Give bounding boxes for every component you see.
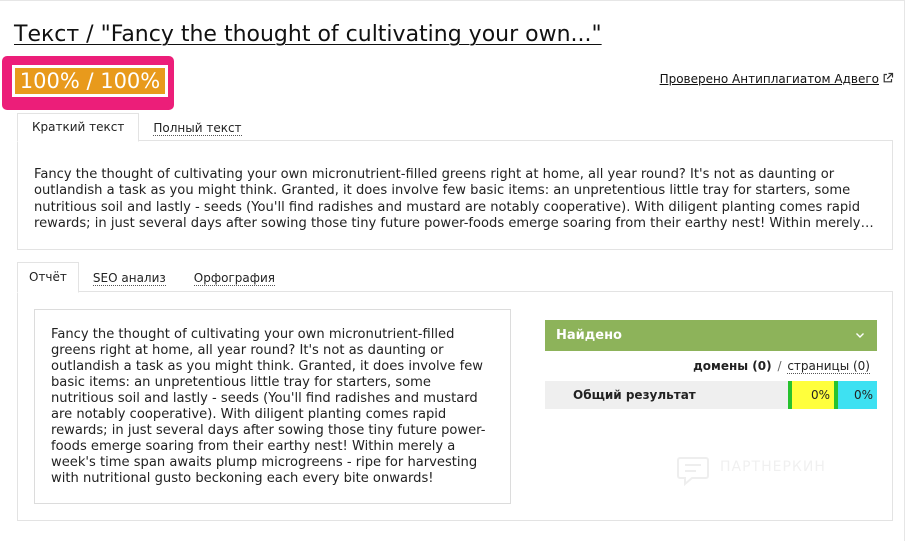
tab-seo-analysis-label: SEO анализ bbox=[92, 271, 166, 286]
antiplagiat-check-link[interactable]: Проверено Антиплагиатом Адвего bbox=[660, 72, 894, 86]
tab-report[interactable]: Отчёт bbox=[17, 262, 79, 293]
text-preview: Fancy the thought of cultivating your ow… bbox=[34, 167, 873, 232]
watermark-text: ПАРТНЕРКИН bbox=[720, 459, 826, 475]
summary-separator: / bbox=[777, 359, 782, 373]
external-link-icon bbox=[883, 72, 894, 83]
found-header-label: Найдено bbox=[556, 328, 622, 343]
chat-bubble-logo-icon bbox=[677, 457, 709, 487]
domains-count: домены (0) bbox=[693, 359, 772, 373]
report-text: Fancy the thought of cultivating your ow… bbox=[51, 327, 486, 486]
text-view-tabs: Краткий текст Полный текст bbox=[17, 113, 256, 142]
score-highlight-frame: 100% / 100% bbox=[2, 56, 174, 110]
watermark: ПАРТНЕРКИН bbox=[676, 452, 866, 488]
found-results-header[interactable]: Найдено bbox=[545, 320, 877, 351]
domains-pages-summary: домены (0) / страницы (0) bbox=[693, 359, 870, 374]
tab-spelling-label: Орфография bbox=[193, 271, 275, 286]
chevron-down-icon bbox=[856, 333, 864, 338]
tab-short-text-label: Краткий текст bbox=[32, 120, 125, 134]
page-title-link[interactable]: Текст / "Fancy the thought of cultivatin… bbox=[14, 22, 602, 47]
score-badge-border: 100% / 100% bbox=[12, 65, 168, 97]
result-cell-yellow: 0% bbox=[788, 381, 834, 409]
report-text-box: Fancy the thought of cultivating your ow… bbox=[34, 309, 511, 504]
result-cell-cyan: 0% bbox=[834, 381, 877, 409]
tab-seo-analysis[interactable]: SEO анализ bbox=[79, 264, 180, 293]
tab-full-text-label: Полный текст bbox=[153, 121, 242, 136]
overall-result-label: Общий результат bbox=[573, 388, 696, 402]
overall-result-row: Общий результат 0% 0% bbox=[545, 381, 877, 409]
pages-count-link[interactable]: страницы (0) bbox=[787, 359, 870, 374]
antiplagiat-check-link-label: Проверено Антиплагиатом Адвего bbox=[659, 72, 879, 86]
uniqueness-score-badge: 100% / 100% bbox=[15, 68, 165, 94]
tab-spelling[interactable]: Орфография bbox=[180, 264, 289, 293]
tab-report-label: Отчёт bbox=[29, 270, 67, 284]
text-preview-panel: Fancy the thought of cultivating your ow… bbox=[17, 140, 893, 250]
tab-full-text[interactable]: Полный текст bbox=[139, 115, 255, 142]
report-tabs: Отчёт SEO анализ Орфография bbox=[17, 262, 289, 293]
tab-short-text[interactable]: Краткий текст bbox=[17, 113, 140, 142]
